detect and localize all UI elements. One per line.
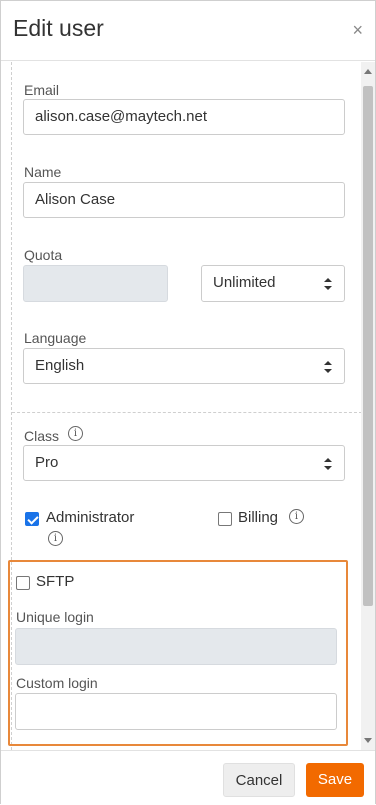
custom-login-field[interactable] (15, 693, 337, 730)
info-icon[interactable]: i (68, 426, 83, 441)
edit-user-dialog: Edit user × Email alison.case@maytech.ne… (0, 0, 376, 805)
unique-login-field[interactable] (15, 628, 337, 665)
save-button[interactable]: Save (306, 763, 364, 797)
class-value: Pro (35, 454, 59, 471)
dialog-header: Edit user × (1, 1, 375, 61)
select-arrows-icon (324, 278, 332, 290)
quota-unit-value: Unlimited (213, 274, 276, 291)
email-field[interactable]: alison.case@maytech.net (23, 99, 345, 135)
sftp-checkbox[interactable] (16, 576, 30, 590)
scroll-up-icon[interactable] (364, 69, 372, 74)
quota-label: Quota (24, 247, 63, 263)
select-arrows-icon (324, 458, 332, 470)
info-icon[interactable]: i (289, 509, 304, 524)
class-label: Class (24, 428, 60, 444)
sftp-label[interactable]: SFTP (36, 573, 74, 590)
cancel-button[interactable]: Cancel (223, 763, 295, 797)
quota-unit-select[interactable]: Unlimited (201, 265, 345, 302)
name-field[interactable]: Alison Case (23, 182, 345, 218)
dialog-footer: Cancel Save (1, 750, 375, 805)
scrollbar[interactable] (361, 62, 375, 750)
section-divider (12, 412, 362, 413)
unique-login-label: Unique login (16, 609, 94, 625)
dialog-body: Email alison.case@maytech.net Name Aliso… (1, 62, 375, 750)
scrollbar-thumb[interactable] (363, 86, 373, 606)
billing-label[interactable]: Billing (238, 509, 278, 526)
email-label: Email (24, 82, 60, 98)
close-icon[interactable]: × (352, 21, 363, 39)
info-icon[interactable]: i (48, 531, 63, 546)
language-value: English (35, 357, 85, 374)
language-select[interactable]: English (23, 348, 345, 384)
sftp-section: SFTP Unique login Custom login (8, 560, 348, 746)
name-label: Name (24, 164, 62, 180)
dialog-title: Edit user (13, 15, 104, 41)
custom-login-label: Custom login (16, 675, 98, 691)
administrator-checkbox[interactable] (25, 512, 39, 526)
form-content: Email alison.case@maytech.net Name Aliso… (8, 62, 362, 750)
administrator-label[interactable]: Administrator (46, 509, 134, 526)
language-label: Language (24, 330, 87, 346)
billing-checkbox[interactable] (218, 512, 232, 526)
select-arrows-icon (324, 361, 332, 373)
scroll-down-icon[interactable] (364, 738, 372, 743)
quota-input[interactable] (23, 265, 168, 302)
class-select[interactable]: Pro (23, 445, 345, 481)
